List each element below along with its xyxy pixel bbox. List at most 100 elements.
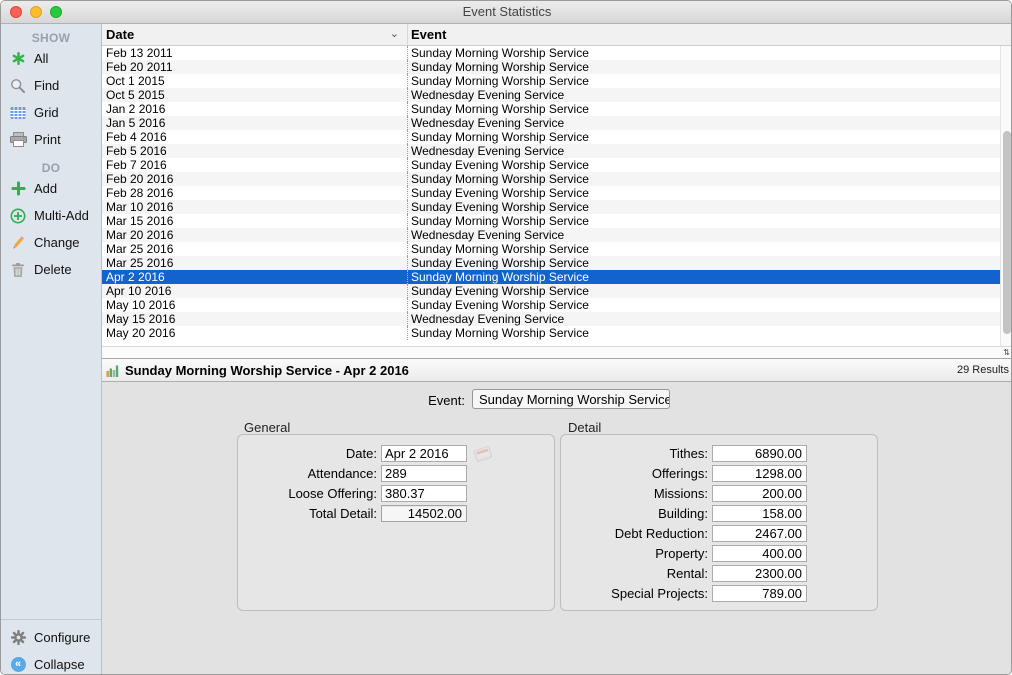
table-row[interactable]: Feb 20 2016Sunday Morning Worship Servic… [102,172,1000,186]
search-icon [9,77,27,95]
table-row[interactable]: Feb 20 2011Sunday Morning Worship Servic… [102,60,1000,74]
cell-date: Mar 15 2016 [102,214,407,228]
cell-date: Oct 1 2015 [102,74,407,88]
cell-date: Feb 13 2011 [102,46,407,60]
grid-icon [9,104,27,122]
property-field[interactable] [712,545,807,562]
cell-date: Mar 25 2016 [102,256,407,270]
sidebar-item-grid[interactable]: Grid [1,99,101,126]
cell-event: Wednesday Evening Service [407,144,1000,158]
field-row: Rental: [561,565,877,582]
table-row[interactable]: Apr 2 2016Sunday Morning Worship Service [102,270,1000,284]
table-row[interactable]: Mar 25 2016Sunday Morning Worship Servic… [102,242,1000,256]
sidebar-item-collapse[interactable]: « Collapse [1,651,101,675]
table-row[interactable]: Mar 15 2016Sunday Morning Worship Servic… [102,214,1000,228]
attendance-field[interactable] [381,465,467,482]
scroll-corner-icon[interactable]: ⇅ [1003,348,1010,358]
special-projects-field[interactable] [712,585,807,602]
sidebar-item-change[interactable]: Change [1,229,101,256]
special-projects-label: Special Projects: [561,586,712,601]
column-header-event[interactable]: Event [407,24,1012,45]
detail-group-box: Tithes:Offerings:Missions:Building:Debt … [560,434,878,611]
trash-icon [9,261,27,279]
missions-field[interactable] [712,485,807,502]
sidebar-item-label: Find [34,78,59,93]
cell-event: Sunday Morning Worship Service [407,270,1000,284]
debt-reduction-field[interactable] [712,525,807,542]
table-row[interactable]: Feb 4 2016Sunday Morning Worship Service [102,130,1000,144]
table-row[interactable]: Oct 1 2015Sunday Morning Worship Service [102,74,1000,88]
table-row[interactable]: Mar 25 2016Sunday Evening Worship Servic… [102,256,1000,270]
cell-event: Sunday Morning Worship Service [407,214,1000,228]
event-dropdown[interactable]: Sunday Morning Worship Service ⌄ [472,389,670,409]
table-header: Date ⌄ Event [102,24,1012,46]
cell-event: Sunday Morning Worship Service [407,60,1000,74]
table-row[interactable]: Feb 13 2011Sunday Morning Worship Servic… [102,46,1000,60]
loose-offering-label: Loose Offering: [238,486,381,501]
event-label: Event: [102,393,465,408]
table-row[interactable]: Feb 5 2016Wednesday Evening Service [102,144,1000,158]
sidebar-section-do: DO [1,161,101,175]
sidebar-item-multi-add[interactable]: Multi-Add [1,202,101,229]
plus-icon [9,180,27,198]
cell-date: May 20 2016 [102,326,407,340]
cell-date: Feb 28 2016 [102,186,407,200]
horizontal-scroll-strip[interactable]: ⇅ [102,346,1012,358]
field-row: Building: [561,505,877,522]
sidebar-item-label: Print [34,132,61,147]
table-row[interactable]: Mar 10 2016Sunday Evening Worship Servic… [102,200,1000,214]
table-row[interactable]: Feb 7 2016Sunday Evening Worship Service [102,158,1000,172]
cell-date: Feb 20 2011 [102,60,407,74]
results-count: 29 Results [957,364,1009,376]
field-row: Special Projects: [561,585,877,602]
table-row[interactable]: Oct 5 2015Wednesday Evening Service [102,88,1000,102]
loose-offering-field[interactable] [381,485,467,502]
calendar-icon[interactable] [474,445,493,461]
rental-field[interactable] [712,565,807,582]
property-label: Property: [561,546,712,561]
table-row[interactable]: Jan 5 2016Wednesday Evening Service [102,116,1000,130]
pencil-icon [9,234,27,252]
sidebar-item-add[interactable]: Add [1,175,101,202]
table-row[interactable]: Mar 20 2016Wednesday Evening Service [102,228,1000,242]
table-row[interactable]: May 20 2016Sunday Morning Worship Servic… [102,326,1000,340]
field-row: Loose Offering: [238,485,554,502]
field-row: Debt Reduction: [561,525,877,542]
tithes-field[interactable] [712,445,807,462]
sidebar-item-configure[interactable]: Configure [1,624,101,651]
cell-event: Wednesday Evening Service [407,312,1000,326]
cell-event: Sunday Evening Worship Service [407,256,1000,270]
table-row[interactable]: Feb 28 2016Sunday Evening Worship Servic… [102,186,1000,200]
table-row[interactable]: May 10 2016Sunday Evening Worship Servic… [102,298,1000,312]
cell-date: Feb 7 2016 [102,158,407,172]
sidebar-item-label: Change [34,235,80,250]
sidebar-item-find[interactable]: Find [1,72,101,99]
vertical-scrollbar[interactable] [1000,46,1012,346]
cell-date: Feb 20 2016 [102,172,407,186]
table-row[interactable]: Apr 10 2016Sunday Evening Worship Servic… [102,284,1000,298]
scrollbar-thumb[interactable] [1003,131,1011,334]
cell-event: Sunday Morning Worship Service [407,326,1000,340]
sidebar-item-all[interactable]: All [1,45,101,72]
debt-reduction-label: Debt Reduction: [561,526,712,541]
gear-icon [9,629,27,647]
event-dropdown-value: Sunday Morning Worship Service [473,392,670,407]
cell-date: May 10 2016 [102,298,407,312]
cell-date: Feb 5 2016 [102,144,407,158]
date-field[interactable] [381,445,467,462]
sidebar-item-delete[interactable]: Delete [1,256,101,283]
cell-event: Sunday Morning Worship Service [407,130,1000,144]
sort-indicator-icon[interactable]: ⌄ [390,24,399,45]
sidebar: SHOW All Find Grid Print DO [1,24,102,675]
sidebar-footer: Configure « Collapse [1,619,101,675]
table-body: Feb 13 2011Sunday Morning Worship Servic… [102,46,1000,346]
table-row[interactable]: Jan 2 2016Sunday Morning Worship Service [102,102,1000,116]
column-header-date[interactable]: Date ⌄ [102,24,407,45]
cell-date: Apr 2 2016 [102,270,407,284]
offerings-field[interactable] [712,465,807,482]
field-row: Date: [238,445,554,462]
table-row[interactable]: May 15 2016Wednesday Evening Service [102,312,1000,326]
sidebar-item-print[interactable]: Print [1,126,101,153]
field-row: Total Detail: [238,505,554,522]
building-field[interactable] [712,505,807,522]
